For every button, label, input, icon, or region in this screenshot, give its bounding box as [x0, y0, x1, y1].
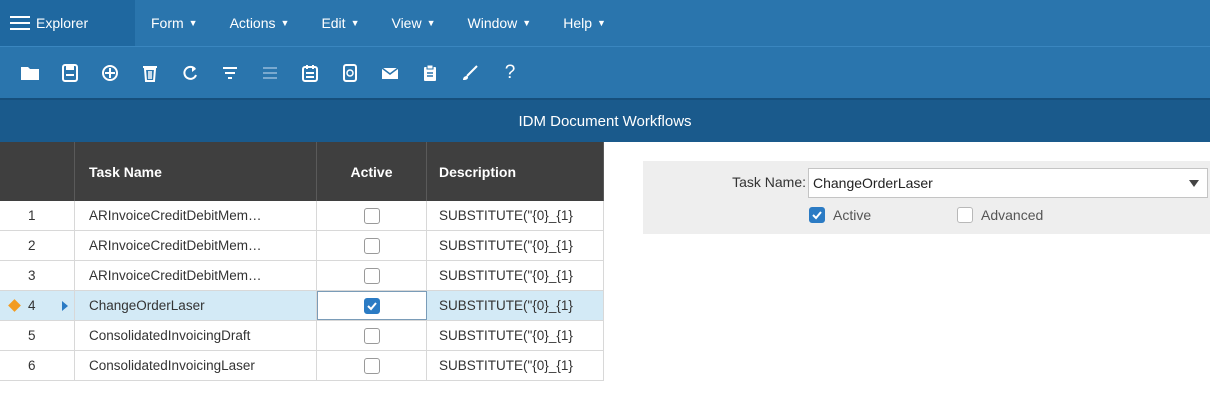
clipboard-icon[interactable] — [410, 58, 450, 88]
table-row[interactable]: 2 ARInvoiceCreditDebitMem… SUBSTITUTE("{… — [0, 231, 604, 261]
target-icon[interactable] — [90, 58, 130, 88]
current-row-marker-icon — [8, 299, 21, 312]
active-checkbox[interactable] — [363, 237, 380, 254]
list-icon[interactable] — [250, 58, 290, 88]
row-number: 3 — [0, 261, 75, 290]
active-checkbox[interactable] — [363, 327, 380, 344]
cell-task-name[interactable]: ChangeOrderLaser — [75, 291, 317, 320]
grid-header: Task Name Active Description — [0, 142, 604, 201]
cell-active[interactable] — [317, 261, 427, 290]
cell-description[interactable]: SUBSTITUTE("{0}_{1} — [427, 261, 604, 290]
advanced-label: Advanced — [981, 207, 1044, 223]
menu-view[interactable]: View ▼ — [375, 0, 451, 46]
menu-help-label: Help — [563, 15, 593, 31]
advanced-option[interactable]: Advanced — [957, 207, 1043, 223]
cell-task-name[interactable]: ConsolidatedInvoicingLaser — [75, 351, 317, 380]
cell-active[interactable] — [317, 351, 427, 380]
cell-description[interactable]: SUBSTITUTE("{0}_{1} — [427, 201, 604, 230]
cell-description[interactable]: SUBSTITUTE("{0}_{1} — [427, 231, 604, 260]
caret-down-icon: ▼ — [426, 18, 436, 28]
header-row-number — [0, 142, 75, 201]
advanced-checkbox[interactable] — [957, 207, 973, 223]
row-number: 4 — [28, 298, 36, 313]
row-pointer-icon — [62, 301, 68, 311]
email-icon[interactable] — [370, 58, 410, 88]
cell-active[interactable] — [317, 231, 427, 260]
caret-down-icon: ▼ — [188, 18, 198, 28]
table-row[interactable]: 5 ConsolidatedInvoicingDraft SUBSTITUTE(… — [0, 321, 604, 351]
menu-form-label: Form — [151, 15, 184, 31]
table-row[interactable]: 6 ConsolidatedInvoicingLaser SUBSTITUTE(… — [0, 351, 604, 381]
menu-bar: Explorer Form ▼ Actions ▼ Edit ▼ View ▼ Wind… — [0, 0, 1210, 46]
table-row-selected[interactable]: 4 ChangeOrderLaser SUBSTITUTE("{0}_{1} — [0, 291, 604, 321]
document-search-icon[interactable] — [330, 58, 370, 88]
caret-down-icon: ▼ — [522, 18, 532, 28]
row-number: 5 — [0, 321, 75, 350]
calendar-icon[interactable] — [290, 58, 330, 88]
task-name-label: Task Name: — [732, 174, 806, 190]
page-title: IDM Document Workflows — [0, 98, 1210, 142]
cell-description[interactable]: SUBSTITUTE("{0}_{1} — [427, 321, 604, 350]
task-name-select[interactable]: ChangeOrderLaser — [808, 168, 1208, 198]
active-checkbox[interactable] — [809, 207, 825, 223]
header-active[interactable]: Active — [317, 142, 427, 201]
cell-active[interactable] — [317, 321, 427, 350]
cell-active[interactable] — [317, 201, 427, 230]
save-icon[interactable] — [50, 58, 90, 88]
cell-description[interactable]: SUBSTITUTE("{0}_{1} — [427, 291, 604, 320]
menu-form[interactable]: Form ▼ — [135, 0, 214, 46]
table-row[interactable]: 1 ARInvoiceCreditDebitMem… SUBSTITUTE("{… — [0, 201, 604, 231]
active-checkbox[interactable] — [363, 357, 380, 374]
menu-help[interactable]: Help ▼ — [547, 0, 622, 46]
menu-actions-label: Actions — [229, 15, 276, 31]
row-number: 1 — [0, 201, 75, 230]
cell-task-name[interactable]: ARInvoiceCreditDebitMem… — [75, 201, 317, 230]
brush-icon[interactable] — [450, 58, 490, 88]
active-checkbox[interactable] — [364, 297, 380, 314]
toolbar: ? — [0, 46, 1210, 98]
checkmark-icon — [367, 301, 377, 310]
row-number: 2 — [0, 231, 75, 260]
caret-down-icon: ▼ — [280, 18, 290, 28]
active-label: Active — [833, 207, 872, 223]
header-task-name[interactable]: Task Name — [75, 142, 317, 201]
chevron-down-icon — [1189, 180, 1199, 187]
caret-down-icon: ▼ — [597, 18, 606, 28]
table-row[interactable]: 3 ARInvoiceCreditDebitMem… SUBSTITUTE("{… — [0, 261, 604, 291]
open-folder-icon[interactable] — [10, 58, 50, 88]
filter-icon[interactable] — [210, 58, 250, 88]
menu-view-label: View — [391, 15, 422, 31]
cell-task-name[interactable]: ARInvoiceCreditDebitMem… — [75, 231, 317, 260]
task-name-value: ChangeOrderLaser — [813, 175, 933, 191]
explorer-label: Explorer — [36, 15, 89, 31]
caret-down-icon: ▼ — [350, 18, 360, 28]
menu-window-label: Window — [467, 15, 518, 31]
menu-edit[interactable]: Edit ▼ — [305, 0, 375, 46]
checkmark-icon — [812, 211, 822, 220]
row-number-cell: 4 — [0, 291, 75, 320]
explorer-menu-button[interactable]: Explorer — [0, 0, 135, 46]
menu-edit-label: Edit — [321, 15, 346, 31]
task-detail-form: Task Name: ChangeOrderLaser Active Advan… — [643, 161, 1210, 234]
cell-description[interactable]: SUBSTITUTE("{0}_{1} — [427, 351, 604, 380]
active-option[interactable]: Active — [809, 207, 871, 223]
cell-task-name[interactable]: ConsolidatedInvoicingDraft — [75, 321, 317, 350]
row-number: 6 — [0, 351, 75, 380]
task-grid: Task Name Active Description 1 ARInvoice… — [0, 142, 604, 381]
menu-window[interactable]: Window ▼ — [452, 0, 548, 46]
menu-actions[interactable]: Actions ▼ — [214, 0, 306, 46]
header-description[interactable]: Description — [427, 142, 604, 201]
delete-icon[interactable] — [130, 58, 170, 88]
hamburger-icon — [10, 16, 30, 30]
cell-task-name[interactable]: ARInvoiceCreditDebitMem… — [75, 261, 317, 290]
help-icon[interactable]: ? — [490, 58, 530, 88]
active-checkbox[interactable] — [363, 207, 380, 224]
cell-active[interactable] — [317, 291, 427, 320]
refresh-icon[interactable] — [170, 58, 210, 88]
active-checkbox[interactable] — [363, 267, 380, 284]
